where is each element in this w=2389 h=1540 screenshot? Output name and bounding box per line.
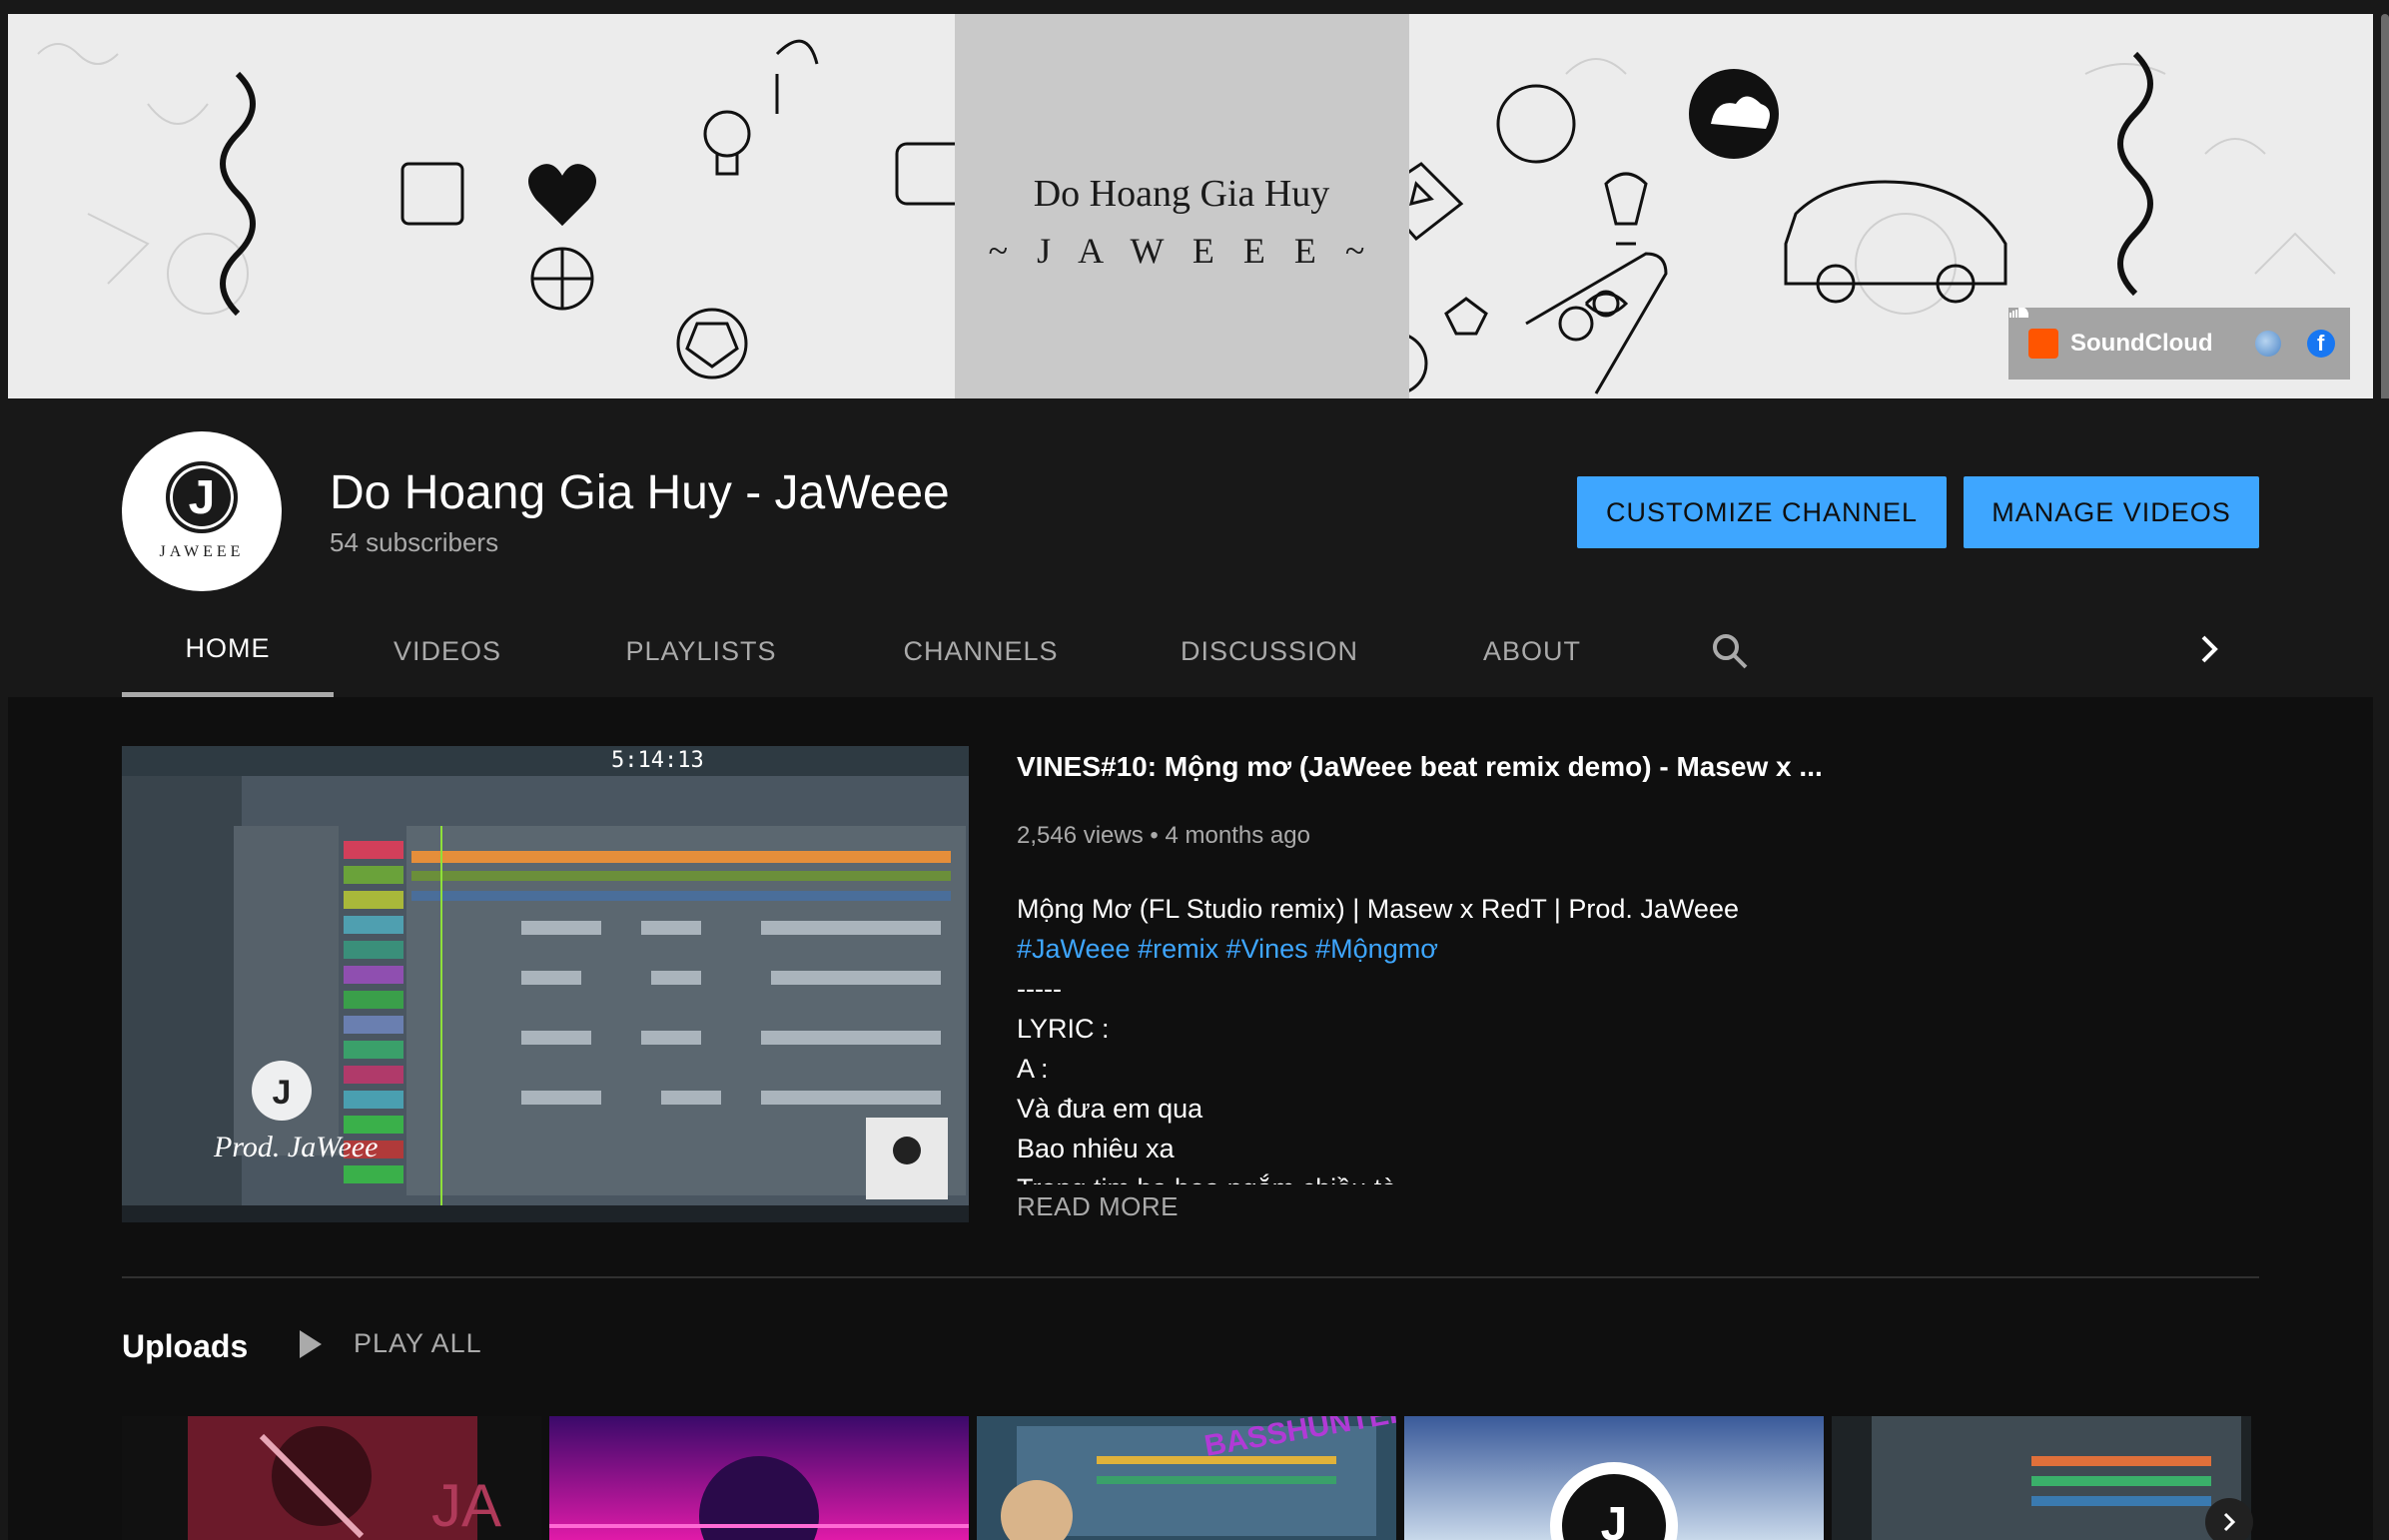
- desc-line: Bao nhiêu xa: [1017, 1134, 1175, 1163]
- play-all-label: PLAY ALL: [354, 1328, 482, 1358]
- upload-thumbnail[interactable]: [1832, 1416, 2251, 1540]
- desc-line: A :: [1017, 1054, 1049, 1084]
- banner-title: Do Hoang Gia Huy ~ J A W E E E ~: [967, 154, 1396, 294]
- section-divider: [122, 1276, 2259, 1278]
- desc-line: Trong tim ba hoa ngắm chiều tà: [1017, 1168, 1916, 1184]
- thumbnail-time: 5:14:13: [611, 748, 704, 773]
- channel-avatar[interactable]: J JAWEEE: [122, 431, 282, 591]
- customize-channel-button[interactable]: CUSTOMIZE CHANNEL: [1577, 476, 1947, 548]
- soundcloud-link[interactable]: SoundCloud: [2070, 330, 2213, 358]
- featured-video-description: Mộng Mơ (FL Studio remix) | Masew x RedT…: [1017, 889, 1916, 1184]
- play-all-button[interactable]: PLAY ALL: [300, 1328, 482, 1359]
- view-count: 2,546 views: [1017, 822, 1144, 849]
- upload-thumbnail[interactable]: BASSHUNTER: [977, 1416, 1396, 1540]
- upload-thumbnail[interactable]: JA: [122, 1416, 541, 1540]
- avatar-logo: J: [166, 461, 238, 533]
- desc-line: Mộng Mơ (FL Studio remix) | Masew x RedT…: [1017, 894, 1739, 924]
- tab-videos[interactable]: VIDEOS: [380, 605, 515, 697]
- banner-links: SoundCloud f: [2008, 308, 2350, 380]
- banner-name: Do Hoang Gia Huy: [1033, 173, 1330, 215]
- soundcloud-icon[interactable]: [2009, 308, 2058, 359]
- svg-text:JA: JA: [431, 1472, 501, 1539]
- chevron-right-icon: [2223, 1512, 2236, 1532]
- tab-playlists[interactable]: PLAYLISTS: [609, 605, 793, 697]
- channel-banner: Do Hoang Gia Huy ~ J A W E E E ~ SoundCl…: [8, 14, 2373, 398]
- thumbnail-signature: Prod. JaWeee: [214, 1131, 379, 1163]
- uploads-heading[interactable]: Uploads: [122, 1328, 248, 1365]
- meta-separator: •: [1150, 822, 1166, 849]
- search-icon[interactable]: [1708, 629, 1752, 673]
- desc-hashtags[interactable]: #JaWeee #remix #Vines #Mộngmơ: [1017, 929, 1916, 969]
- globe-icon[interactable]: [2254, 331, 2281, 357]
- featured-video-thumbnail[interactable]: J Prod. JaWeee 5:14:13: [122, 746, 969, 1222]
- play-icon: [300, 1329, 322, 1358]
- desc-line: Và đưa em qua: [1017, 1094, 1203, 1124]
- tab-discussion[interactable]: DISCUSSION: [1175, 605, 1364, 697]
- desc-line: LYRIC :: [1017, 1014, 1110, 1044]
- tab-about[interactable]: ABOUT: [1472, 605, 1592, 697]
- facebook-icon[interactable]: f: [2306, 330, 2335, 358]
- upload-thumbnail[interactable]: J: [1404, 1416, 1824, 1540]
- featured-video-title[interactable]: VINES#10: Mộng mơ (JaWeee beat remix dem…: [1017, 751, 1823, 783]
- tab-home[interactable]: HOME: [122, 605, 334, 697]
- subscriber-count: 54 subscribers: [330, 527, 499, 557]
- uploads-next-button[interactable]: [2205, 1498, 2253, 1540]
- desc-line: -----: [1017, 974, 1062, 1004]
- chevron-right-icon[interactable]: [2187, 627, 2231, 671]
- channel-tabs: HOME VIDEOS PLAYLISTS CHANNELS DISCUSSIO…: [0, 605, 2377, 697]
- upload-thumbnail[interactable]: [549, 1416, 969, 1540]
- read-more-button[interactable]: READ MORE: [1017, 1191, 1179, 1222]
- svg-text:J: J: [273, 1074, 292, 1112]
- manage-videos-button[interactable]: MANAGE VIDEOS: [1964, 476, 2259, 548]
- banner-tagline: ~ J A W E E E ~: [988, 231, 1375, 271]
- avatar-text: JAWEEE: [159, 543, 245, 560]
- svg-text:J: J: [1601, 1498, 1628, 1540]
- tab-channels[interactable]: CHANNELS: [891, 605, 1071, 697]
- featured-video-meta: 2,546 views • 4 months ago: [1017, 822, 1310, 850]
- channel-title: Do Hoang Gia Huy - JaWeee: [330, 466, 950, 519]
- upload-age: 4 months ago: [1165, 822, 1310, 849]
